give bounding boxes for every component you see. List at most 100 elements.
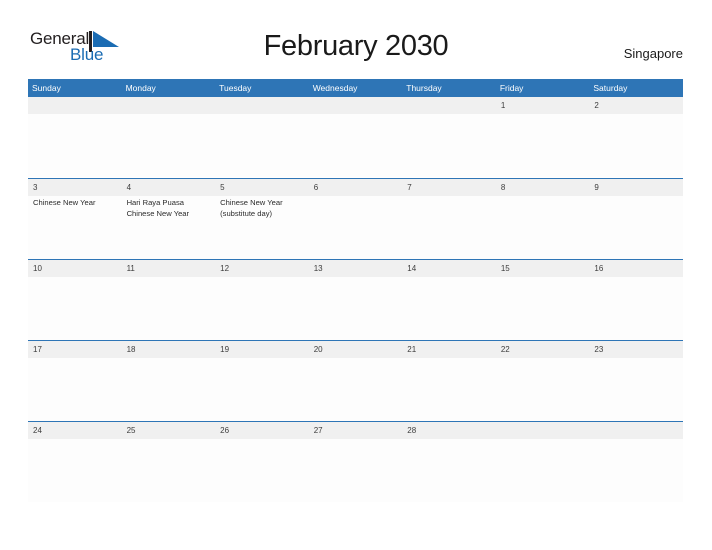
week-date-band: 3456789 <box>28 179 683 196</box>
event-cell-1 <box>496 114 590 177</box>
week-event-band <box>28 358 683 421</box>
event-cell-24 <box>28 439 122 502</box>
week-date-band: 17 18 19 20 21 22 23 <box>28 341 683 358</box>
event-cell-3: Chinese New Year <box>28 196 122 259</box>
date-cell-22[interactable]: 22 <box>496 341 590 358</box>
date-cell-14[interactable]: 14 <box>402 260 496 277</box>
event-cell-19 <box>215 358 309 421</box>
date-cell-12[interactable]: 12 <box>215 260 309 277</box>
weekday-header-saturday: Saturday <box>593 83 628 93</box>
date-cell-17[interactable]: 17 <box>28 341 122 358</box>
date-cell-empty <box>309 97 403 114</box>
event-cell-11 <box>122 277 216 340</box>
event-cell-27 <box>309 439 403 502</box>
weekday-header-wednesday: Wednesday <box>312 83 358 93</box>
event-cell-25 <box>122 439 216 502</box>
date-cell-empty <box>28 97 122 114</box>
date-cell-empty <box>589 422 683 439</box>
event-item: Hari Raya Puasa <box>126 198 184 207</box>
date-cell-9[interactable]: 9 <box>589 179 683 196</box>
date-cell-16[interactable]: 16 <box>589 260 683 277</box>
date-cell-5[interactable]: 5 <box>215 179 309 196</box>
event-cell-9 <box>589 196 683 259</box>
page-header: General Blue February 2030 Singapore <box>0 0 712 76</box>
week-event-band <box>28 114 683 177</box>
calendar-weeks: 1 2 3 4 5 6 7 8 9 Chinese New Year Hari Raya Puasa… <box>28 97 683 502</box>
week-event-band: Chinese New Year Hari Raya Puasa Chinese N… <box>28 196 683 259</box>
date-cell-8[interactable]: 8 <box>496 179 590 196</box>
week-date-band: 12 <box>28 97 683 114</box>
event-cell-17 <box>28 358 122 421</box>
week-row: 17 18 19 20 21 22 23 <box>28 340 683 421</box>
date-cell-empty <box>402 97 496 114</box>
week-event-band <box>28 439 683 502</box>
event-cell-6 <box>309 196 403 259</box>
date-cell-27[interactable]: 27 <box>309 422 403 439</box>
week-event-band <box>28 277 683 340</box>
date-cell-28[interactable]: 28 <box>402 422 496 439</box>
event-cell-22 <box>496 358 590 421</box>
event-cell-7 <box>402 196 496 259</box>
week-row: 12 <box>28 97 683 178</box>
date-cell-20[interactable]: 20 <box>309 341 403 358</box>
event-item: Chinese New Year <box>33 198 96 207</box>
date-cell-18[interactable]: 18 <box>122 341 216 358</box>
date-cell-2[interactable]: 2 <box>589 97 683 114</box>
week-date-band: 10 11 12 13 14 15 16 <box>28 260 683 277</box>
event-cell-12 <box>215 277 309 340</box>
weekday-header-monday: Monday <box>125 83 156 93</box>
event-item: Chinese New Year <box>126 208 190 218</box>
weekday-header-row: Sunday Monday Tuesday Wednesday Thursday Frid… <box>28 79 683 97</box>
date-cell-13[interactable]: 13 <box>309 260 403 277</box>
event-cell-empty <box>215 114 309 177</box>
date-cell-10[interactable]: 10 <box>28 260 122 277</box>
date-cell-23[interactable]: 23 <box>589 341 683 358</box>
event-cell-14 <box>402 277 496 340</box>
date-cell-1[interactable]: 1 <box>496 97 590 114</box>
event-cell-8 <box>496 196 590 259</box>
week-row: 10 11 12 13 14 15 16 <box>28 259 683 340</box>
page-title: February 2030 <box>263 30 449 62</box>
weekday-header-thursday: Thursday <box>406 83 442 93</box>
event-cell-empty <box>309 114 403 177</box>
event-cell-26 <box>215 439 309 502</box>
week-date-band: 24 25 26 27 28 <box>28 422 683 439</box>
event-cell-16 <box>589 277 683 340</box>
event-cell-empty <box>122 114 216 177</box>
date-cell-15[interactable]: 15 <box>496 260 590 277</box>
week-row: 24 25 26 27 28 <box>28 421 683 502</box>
date-cell-4[interactable]: 4 <box>122 179 216 196</box>
event-cell-20 <box>309 358 403 421</box>
calendar-grid: Sunday Monday Tuesday Wednesday Thursday Frid… <box>28 79 683 502</box>
date-cell-19[interactable]: 19 <box>215 341 309 358</box>
date-cell-empty <box>496 422 590 439</box>
date-cell-11[interactable]: 11 <box>122 260 216 277</box>
event-cell-23 <box>589 358 683 421</box>
date-cell-25[interactable]: 25 <box>122 422 216 439</box>
weekday-header-tuesday: Tuesday <box>219 83 252 93</box>
event-cell-10 <box>28 277 122 340</box>
date-cell-26[interactable]: 26 <box>215 422 309 439</box>
event-cell-13 <box>309 277 403 340</box>
date-cell-6[interactable]: 6 <box>309 179 403 196</box>
event-cell-empty <box>589 439 683 502</box>
event-cell-5: Chinese New Year (substitute day) <box>215 196 309 259</box>
date-cell-empty <box>215 97 309 114</box>
event-cell-2 <box>589 114 683 177</box>
event-cell-empty <box>496 439 590 502</box>
weekday-header-friday: Friday <box>499 83 524 93</box>
event-cell-empty <box>28 114 122 177</box>
location-label: Singapore <box>623 46 683 61</box>
event-cell-21 <box>402 358 496 421</box>
weekday-header-sunday: Sunday <box>32 83 61 93</box>
event-cell-empty <box>402 114 496 177</box>
calendar-page: General Blue February 2030 Singapore Sun… <box>0 0 712 550</box>
event-cell-4: Hari Raya Puasa Chinese New Year <box>122 196 216 259</box>
date-cell-24[interactable]: 24 <box>28 422 122 439</box>
event-cell-15 <box>496 277 590 340</box>
event-item: Chinese New Year (substitute day) <box>220 198 283 218</box>
date-cell-3[interactable]: 3 <box>28 179 122 196</box>
event-cell-18 <box>122 358 216 421</box>
date-cell-7[interactable]: 7 <box>402 179 496 196</box>
date-cell-21[interactable]: 21 <box>402 341 496 358</box>
